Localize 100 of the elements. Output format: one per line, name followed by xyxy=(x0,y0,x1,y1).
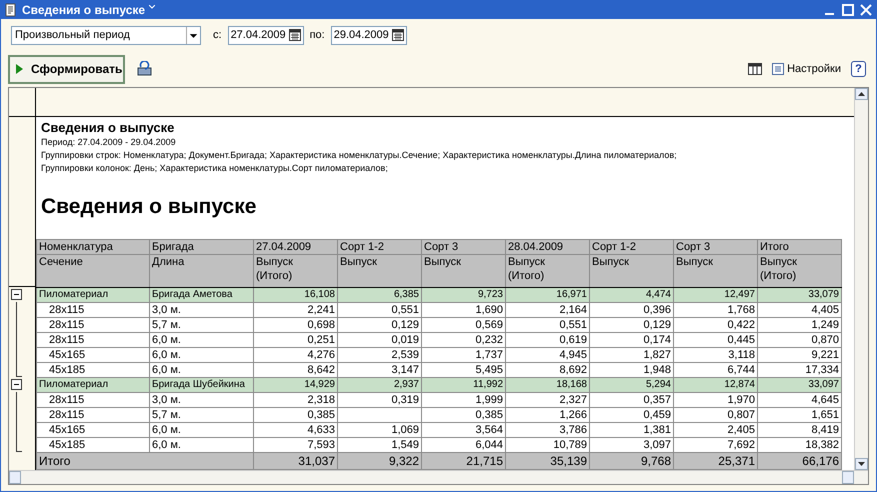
to-date-field[interactable]: 29.04.2009 xyxy=(330,26,407,44)
scroll-up-icon[interactable] xyxy=(858,92,865,96)
generate-button[interactable]: Сформировать xyxy=(8,54,125,84)
from-date-field[interactable]: 27.04.2009 xyxy=(228,26,304,44)
table-cell: 6,0 м. xyxy=(150,422,254,438)
table-cell: 45x165 xyxy=(36,422,150,438)
column-header: Сорт 1-2 xyxy=(338,240,422,254)
table-cell: 28x115 xyxy=(36,392,150,408)
table-cell: 0,551 xyxy=(338,302,422,318)
report-heading: Сведения о выпуске xyxy=(41,194,258,220)
table-cell: 5,7 м. xyxy=(150,318,254,332)
table-cell: 11,992 xyxy=(422,378,506,392)
period-dropdown[interactable]: Произвольный период xyxy=(11,26,201,44)
table-cell: 0,698 xyxy=(254,318,338,332)
table-cell: 1,249 xyxy=(758,318,842,332)
column-header: 28.04.2009 xyxy=(506,240,590,254)
table-cell: 2,405 xyxy=(674,422,758,438)
table-cell: 0,445 xyxy=(674,332,758,348)
horizontal-scrollbar[interactable] xyxy=(9,470,868,484)
table-cell: 0,232 xyxy=(422,332,506,348)
table-cell: 3,118 xyxy=(674,348,758,362)
refresh-icon[interactable] xyxy=(135,61,153,77)
table-cell: 1,690 xyxy=(422,302,506,318)
table-cell: 6,0 м. xyxy=(150,348,254,362)
table-cell: 2,241 xyxy=(254,302,338,318)
close-icon[interactable] xyxy=(859,2,873,16)
table-cell: 0,459 xyxy=(590,408,674,422)
table-cell: 28x115 xyxy=(36,408,150,422)
table-cell: 0,251 xyxy=(254,332,338,348)
table-cell: 0,551 xyxy=(506,318,590,332)
calendar-icon[interactable] xyxy=(288,29,301,41)
table-cell: 4,405 xyxy=(758,302,842,318)
table-cell: 4,276 xyxy=(254,348,338,362)
table-cell: 2,937 xyxy=(338,378,422,392)
table-cell: 1,381 xyxy=(590,422,674,438)
calendar-icon[interactable] xyxy=(392,29,404,41)
column-header: Бригада xyxy=(150,240,254,254)
table-cell: 0,019 xyxy=(338,332,422,348)
maximize-icon[interactable] xyxy=(841,2,855,16)
table-cell: 9,221 xyxy=(758,348,842,362)
play-icon xyxy=(16,64,23,74)
table-cell: 0,870 xyxy=(758,332,842,348)
table-cell: 16,108 xyxy=(254,288,338,302)
settings-icon xyxy=(772,63,784,75)
table-icon[interactable] xyxy=(748,63,762,75)
table-cell: 33,079 xyxy=(758,288,842,302)
scroll-down-icon[interactable] xyxy=(858,462,865,466)
table-cell: 1,827 xyxy=(590,348,674,362)
table-cell: 0,174 xyxy=(590,332,674,348)
table-cell: 0,319 xyxy=(338,392,422,408)
caret-icon[interactable] xyxy=(149,4,156,8)
table-cell: 0,129 xyxy=(338,318,422,332)
table-cell: 0,422 xyxy=(674,318,758,332)
settings-button[interactable]: Настройки xyxy=(772,60,841,78)
table-cell: Бригада Аметова xyxy=(150,288,254,302)
table-cell: 4,945 xyxy=(506,348,590,362)
row-groupings: Группировки строк: Номенклатура; Документ.Бригада; Характеристика номенклатуры.Сечение; Характеристика номенклатуры.Длина пиломатериалов; xyxy=(41,149,678,162)
vertical-scrollbar[interactable] xyxy=(854,88,868,470)
report-period: Период: 27.04.2009 - 29.04.2009 xyxy=(41,136,177,149)
table-cell: 2,327 xyxy=(506,392,590,408)
table-cell: 1,970 xyxy=(674,392,758,408)
from-label: с: xyxy=(213,28,222,43)
table-cell: 1,768 xyxy=(674,302,758,318)
collapse-button[interactable] xyxy=(11,379,22,390)
table-cell: 0,385 xyxy=(254,408,338,422)
table-cell: 18,168 xyxy=(506,378,590,392)
table-cell: 0,385 xyxy=(422,408,506,422)
column-header: Номенклатура xyxy=(36,240,150,254)
table-cell: 2,539 xyxy=(338,348,422,362)
window-title: Сведения о выпуске xyxy=(22,2,146,18)
document-icon xyxy=(4,2,18,16)
table-cell: 6,0 м. xyxy=(150,332,254,348)
table-cell: 3,0 м. xyxy=(150,302,254,318)
table-cell: 14,929 xyxy=(254,378,338,392)
table-cell: 0,807 xyxy=(674,408,758,422)
column-header: 27.04.2009 xyxy=(254,240,338,254)
table-cell: 1,266 xyxy=(506,408,590,422)
table-cell: 1,737 xyxy=(422,348,506,362)
table-cell: 28x115 xyxy=(36,332,150,348)
help-button[interactable]: ? xyxy=(851,61,866,77)
table-cell: 3,564 xyxy=(422,422,506,438)
table-cell: 5,294 xyxy=(590,378,674,392)
column-header: Сорт 3 xyxy=(422,240,506,254)
table-cell: Пиломатериал xyxy=(36,288,150,302)
table-cell: 33,097 xyxy=(758,378,842,392)
collapse-button[interactable] xyxy=(11,289,22,300)
table-cell: 28x115 xyxy=(36,302,150,318)
table-cell: 45x165 xyxy=(36,348,150,362)
column-groupings: Группировки колонок: День; Характеристика номенклатуры.Сорт пиломатериалов; xyxy=(41,162,389,175)
column-header: Сорт 1-2 xyxy=(590,240,674,254)
table-cell: 2,164 xyxy=(506,302,590,318)
table-cell: 2,318 xyxy=(254,392,338,408)
table-cell: 4,645 xyxy=(758,392,842,408)
table-cell: 12,874 xyxy=(674,378,758,392)
minus-icon xyxy=(13,291,20,298)
table-cell: 8,419 xyxy=(758,422,842,438)
table-cell: 4,633 xyxy=(254,422,338,438)
table-cell: 0,619 xyxy=(506,332,590,348)
dropdown-arrow-icon[interactable] xyxy=(186,26,200,44)
table-cell: 0,396 xyxy=(590,302,674,318)
